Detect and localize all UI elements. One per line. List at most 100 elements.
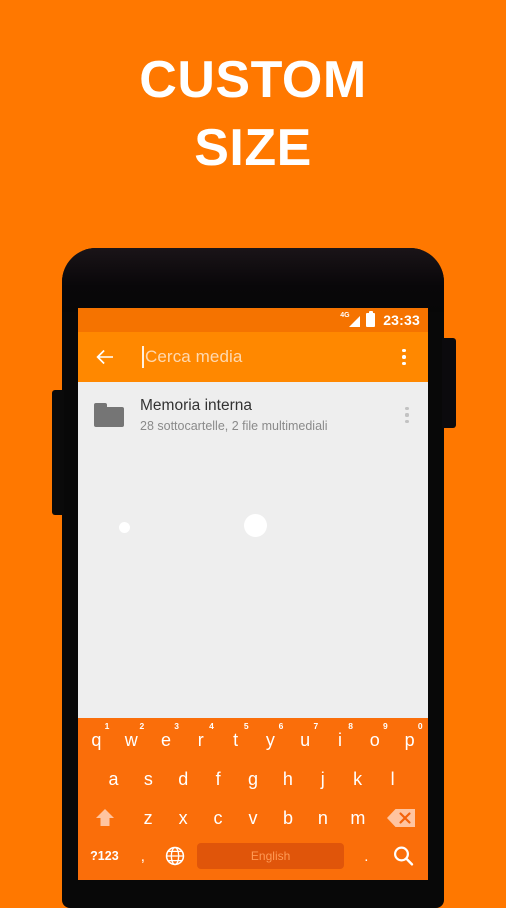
key-superscript: 3 <box>174 721 179 731</box>
dot <box>402 355 406 359</box>
battery-full-icon <box>366 311 376 327</box>
promo-line-2: SIZE <box>194 119 312 177</box>
key-label: y <box>265 729 275 750</box>
key-label: r <box>197 729 204 750</box>
key-superscript: 2 <box>139 721 145 731</box>
key-i[interactable]: 8i <box>323 720 358 759</box>
key-label: , <box>140 847 145 865</box>
shift-arrow-up-icon[interactable] <box>80 798 131 837</box>
key-label: f <box>215 768 221 789</box>
dot <box>405 413 409 417</box>
key-superscript: 0 <box>417 721 423 731</box>
text-cursor <box>142 346 144 368</box>
key-x[interactable]: x <box>166 798 201 837</box>
key-superscript: 7 <box>313 721 319 731</box>
key-superscript: 1 <box>104 721 110 731</box>
key-k[interactable]: k <box>340 759 375 798</box>
search-input[interactable]: Cerca media <box>142 346 392 368</box>
keyboard-row-4: ?123 , English . <box>78 837 428 875</box>
key-n[interactable]: n <box>305 798 340 837</box>
search-input-placeholder: Cerca media <box>145 347 243 366</box>
key-comma[interactable]: , <box>127 837 159 875</box>
key-t[interactable]: 5t <box>218 720 253 759</box>
key-label: l <box>390 768 395 789</box>
list-item-title: Memoria interna <box>140 397 252 414</box>
key-label: m <box>350 807 366 828</box>
dot <box>405 419 409 423</box>
key-g[interactable]: g <box>236 759 271 798</box>
key-y[interactable]: 6y <box>253 720 288 759</box>
key-b[interactable]: b <box>270 798 305 837</box>
status-bar-clock: 23:33 <box>383 312 420 328</box>
key-v[interactable]: v <box>236 798 271 837</box>
key-f[interactable]: f <box>201 759 236 798</box>
arrow-left-icon[interactable] <box>92 344 118 370</box>
power-button[interactable] <box>442 338 456 428</box>
key-h[interactable]: h <box>270 759 305 798</box>
key-label: o <box>369 729 380 750</box>
dot <box>405 407 409 411</box>
key-label: n <box>317 807 328 828</box>
key-label: g <box>248 768 259 789</box>
language-globe-icon[interactable] <box>159 837 191 875</box>
key-r[interactable]: 4r <box>183 720 218 759</box>
key-a[interactable]: a <box>96 759 131 798</box>
folder-icon <box>94 403 124 427</box>
key-label: j <box>320 768 325 789</box>
signal-bars-icon: 4G <box>340 312 361 328</box>
phone-screen: 4G 23:33 Cerca media Memoria interna 28 … <box>78 308 428 880</box>
list-item-more-vertical-icon[interactable] <box>396 402 418 428</box>
key-label: ?123 <box>90 848 119 863</box>
keyboard-row-3: z x c v b n m <box>78 798 428 837</box>
key-label: b <box>282 807 293 828</box>
key-superscript: 4 <box>209 721 214 731</box>
key-j[interactable]: j <box>305 759 340 798</box>
backspace-delete-icon[interactable] <box>375 798 426 837</box>
network-type-label: 4G <box>340 312 350 319</box>
list-item-subtitle: 28 sottocartelle, 2 file multimediali <box>140 419 328 433</box>
key-period[interactable]: . <box>350 837 382 875</box>
key-d[interactable]: d <box>166 759 201 798</box>
promo-line-1: CUSTOM <box>139 51 367 109</box>
key-label: p <box>404 729 415 750</box>
key-superscript: 8 <box>348 721 353 731</box>
key-symbols-toggle[interactable]: ?123 <box>82 837 127 875</box>
key-superscript: 9 <box>383 721 388 731</box>
volume-rocker-button[interactable] <box>52 390 64 515</box>
key-label: s <box>143 768 153 789</box>
signal-strength-bars <box>349 316 361 327</box>
key-z[interactable]: z <box>131 798 166 837</box>
search-toolbar: Cerca media <box>78 332 428 382</box>
key-label: w <box>124 729 138 750</box>
key-u[interactable]: 7u <box>288 720 323 759</box>
key-spacebar[interactable]: English <box>196 843 345 869</box>
key-c[interactable]: c <box>201 798 236 837</box>
search-magnifier-icon[interactable] <box>382 837 424 875</box>
key-label: z <box>143 807 153 828</box>
key-w[interactable]: 2w <box>114 720 149 759</box>
device-top-bezel <box>62 248 444 312</box>
key-label: t <box>233 729 239 750</box>
key-label: e <box>160 729 171 750</box>
key-label: a <box>108 768 119 789</box>
list-item-text: Memoria interna 28 sottocartelle, 2 file… <box>140 396 396 434</box>
key-label: c <box>213 807 223 828</box>
promo-headline: CUSTOM SIZE <box>0 46 506 182</box>
key-label: q <box>91 729 102 750</box>
key-m[interactable]: m <box>340 798 375 837</box>
key-q[interactable]: 1q <box>79 720 114 759</box>
key-label: u <box>300 729 311 750</box>
key-o[interactable]: 9o <box>357 720 392 759</box>
key-e[interactable]: 3e <box>149 720 184 759</box>
key-s[interactable]: s <box>131 759 166 798</box>
key-p[interactable]: 0p <box>392 720 427 759</box>
on-screen-keyboard: 1q 2w 3e 4r 5t 6y 7u 8i 9o 0p a s d f g … <box>78 718 428 880</box>
more-vertical-icon[interactable] <box>392 344 416 370</box>
key-l[interactable]: l <box>375 759 410 798</box>
status-bar: 4G 23:33 <box>78 308 428 332</box>
key-label: English <box>250 849 291 863</box>
key-superscript: 6 <box>278 721 284 731</box>
list-item[interactable]: Memoria interna 28 sottocartelle, 2 file… <box>78 382 428 448</box>
camera-dot <box>119 522 130 533</box>
dot <box>402 361 406 366</box>
